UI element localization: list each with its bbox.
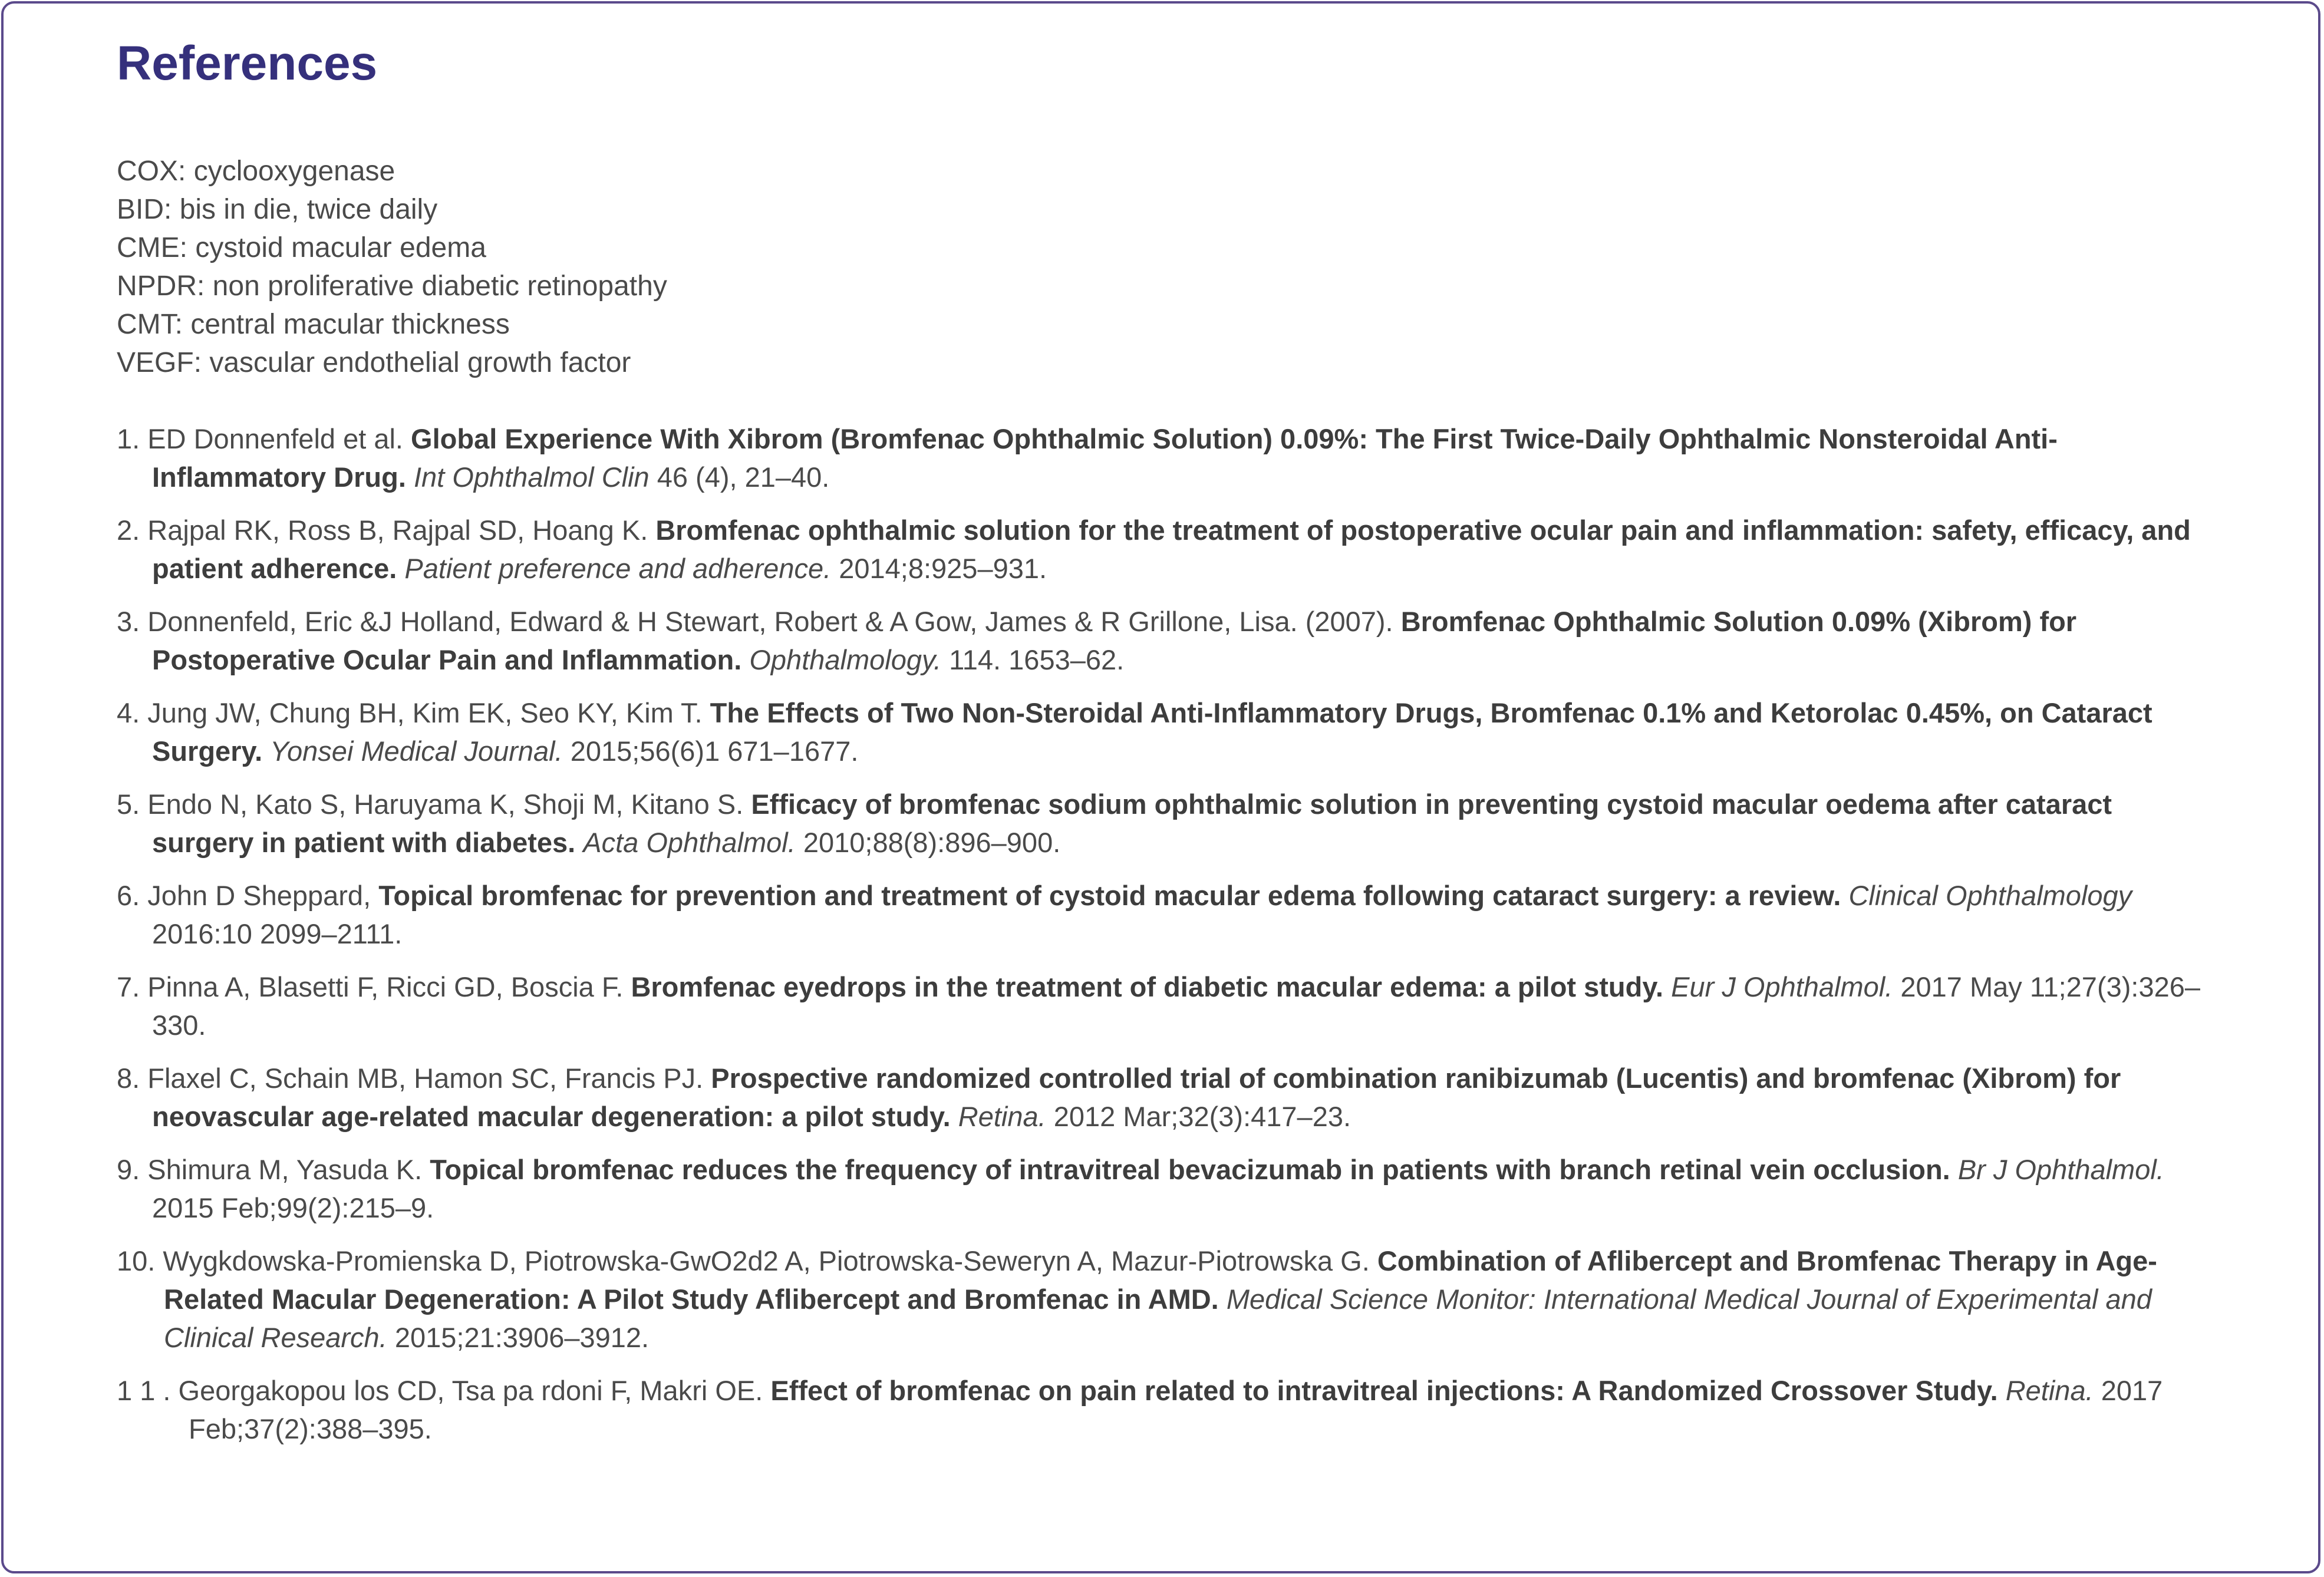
reference-item: 10. Wygkdowska-Promienska D, Piotrowska-… <box>117 1242 2215 1357</box>
abbreviation-item: CMT: central macular thickness <box>117 309 510 340</box>
page-title: References <box>117 37 378 90</box>
reference-number: 3. <box>117 606 140 637</box>
reference-item: 3. Donnenfeld, Eric &J Holland, Edward &… <box>117 602 2215 679</box>
reference-number: 5. <box>117 788 140 820</box>
reference-authors: Pinna A, Blasetti F, Ricci GD, Boscia F. <box>147 971 624 1002</box>
abbreviation-item: NPDR: non proliferative diabetic retinop… <box>117 270 667 302</box>
reference-authors: Flaxel C, Schain MB, Hamon SC, Francis P… <box>147 1063 704 1094</box>
reference-number: 1. <box>117 423 140 454</box>
reference-authors: Endo N, Kato S, Haruyama K, Shoji M, Kit… <box>147 788 744 820</box>
reference-journal: Patient preference and adherence. <box>404 553 832 584</box>
reference-journal: Br J Ophthalmol. <box>1957 1154 2164 1185</box>
reference-item: 9. Shimura M, Yasuda K. Topical bromfena… <box>117 1150 2215 1227</box>
reference-authors: Rajpal RK, Ross B, Rajpal SD, Hoang K. <box>147 514 648 546</box>
reference-details: 2012 Mar;32(3):417–23. <box>1053 1101 1351 1132</box>
reference-authors: ED Donnenfeld et al. <box>147 423 403 454</box>
reference-authors: Donnenfeld, Eric &J Holland, Edward & H … <box>147 606 1393 637</box>
reference-journal: Yonsei Medical Journal. <box>270 735 563 767</box>
reference-journal: Int Ophthalmol Clin <box>413 461 650 493</box>
reference-details: 46 (4), 21–40. <box>657 461 830 493</box>
reference-journal: Clinical Ophthalmology <box>1848 880 2132 911</box>
reference-details: 2015 Feb;99(2):215–9. <box>152 1192 434 1223</box>
reference-number: 8. <box>117 1063 140 1094</box>
reference-item: 6. John D Sheppard, Topical bromfenac fo… <box>117 876 2215 953</box>
reference-details: 114. 1653–62. <box>949 644 1125 675</box>
reference-journal: Retina. <box>2005 1375 2094 1406</box>
reference-item: 1. ED Donnenfeld et al. Global Experienc… <box>117 420 2215 496</box>
abbreviation-item: CME: cystoid macular edema <box>117 232 486 263</box>
reference-authors: Wygkdowska-Promienska D, Piotrowska-GwO2… <box>163 1245 1370 1276</box>
reference-list: 1. ED Donnenfeld et al. Global Experienc… <box>117 420 2215 1463</box>
reference-item: 4. Jung JW, Chung BH, Kim EK, Seo KY, Ki… <box>117 694 2215 770</box>
reference-details: 2010;88(8):896–900. <box>803 827 1061 858</box>
reference-title: Topical bromfenac reduces the frequency … <box>430 1154 1950 1185</box>
abbreviation-list: COX: cyclooxygenase BID: bis in die, twi… <box>117 152 667 382</box>
reference-authors: John D Sheppard, <box>147 880 371 911</box>
abbreviation-item: COX: cyclooxygenase <box>117 156 395 187</box>
reference-number: 7. <box>117 971 140 1002</box>
reference-journal: Eur J Ophthalmol. <box>1671 971 1893 1002</box>
reference-item: 7. Pinna A, Blasetti F, Ricci GD, Boscia… <box>117 968 2215 1044</box>
reference-authors: Georgakopou los CD, Tsa pa rdoni F, Makr… <box>178 1375 763 1406</box>
reference-number: 10. <box>117 1245 156 1276</box>
reference-number: 2. <box>117 514 140 546</box>
reference-details: 2016:10 2099–2111. <box>152 918 403 949</box>
reference-item: 5. Endo N, Kato S, Haruyama K, Shoji M, … <box>117 785 2215 862</box>
reference-journal: Ophthalmology. <box>749 644 942 675</box>
reference-number: 4. <box>117 697 140 728</box>
reference-details: 2015;21:3906–3912. <box>394 1322 650 1353</box>
reference-item: 2. Rajpal RK, Ross B, Rajpal SD, Hoang K… <box>117 511 2215 588</box>
reference-details: 2015;56(6)1 671–1677. <box>570 735 859 767</box>
reference-title: Bromfenac eyedrops in the treatment of d… <box>631 971 1664 1002</box>
reference-title: Effect of bromfenac on pain related to i… <box>770 1375 1998 1406</box>
reference-item: 1 1 . Georgakopou los CD, Tsa pa rdoni F… <box>117 1371 2215 1448</box>
reference-journal: Acta Ophthalmol. <box>583 827 796 858</box>
reference-number: 6. <box>117 880 140 911</box>
reference-number: 9. <box>117 1154 140 1185</box>
abbreviation-item: BID: bis in die, twice daily <box>117 194 438 225</box>
reference-authors: Shimura M, Yasuda K. <box>147 1154 423 1185</box>
reference-number: 1 1 . <box>117 1375 171 1406</box>
reference-journal: Retina. <box>958 1101 1046 1132</box>
reference-details: 2014;8:925–931. <box>839 553 1047 584</box>
abbreviation-item: VEGF: vascular endothelial growth factor <box>117 347 631 378</box>
reference-title: Topical bromfenac for prevention and tre… <box>378 880 1841 911</box>
reference-item: 8. Flaxel C, Schain MB, Hamon SC, Franci… <box>117 1059 2215 1136</box>
reference-authors: Jung JW, Chung BH, Kim EK, Seo KY, Kim T… <box>147 697 703 728</box>
